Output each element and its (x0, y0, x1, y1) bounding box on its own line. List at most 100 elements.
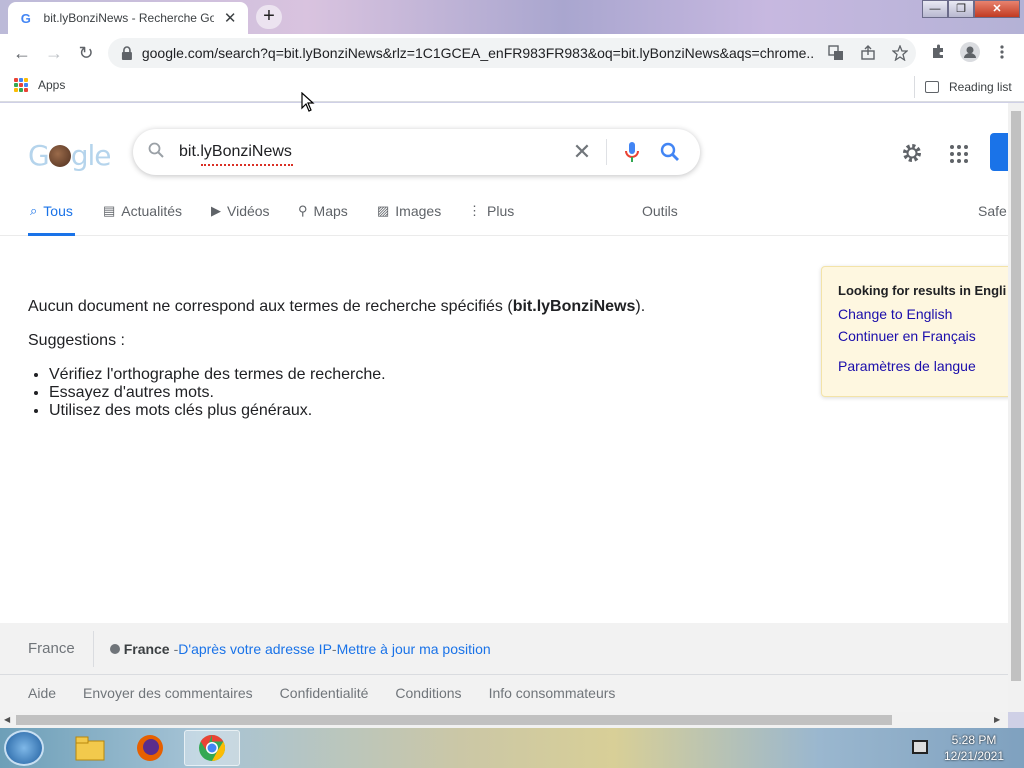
search-input[interactable]: bit.lyBonziNews (179, 143, 559, 166)
google-favicon-icon: G (20, 10, 31, 26)
footer-link-feedback[interactable]: Envoyer des commentaires (83, 685, 253, 701)
vertical-scroll-thumb[interactable] (1011, 111, 1021, 681)
footer-link-privacy[interactable]: Confidentialité (280, 685, 369, 701)
tab-label: Actualités (121, 203, 182, 219)
tab-tous[interactable]: ⌕ Tous (28, 203, 75, 236)
translate-icon[interactable] (820, 38, 852, 68)
footer-link-terms[interactable]: Conditions (395, 685, 461, 701)
taskbar-firefox[interactable] (122, 730, 178, 766)
scroll-right-arrow-icon[interactable]: ▶ (994, 715, 1000, 724)
no-results-term: bit.lyBonziNews (512, 298, 636, 315)
no-results-suffix: ). (635, 298, 646, 315)
back-button[interactable]: ← (6, 37, 38, 69)
scroll-left-arrow-icon[interactable]: ◀ (4, 715, 10, 724)
suggestions-heading: Suggestions : (28, 332, 125, 349)
reading-list-label: Reading list (949, 80, 1012, 94)
profile-avatar-icon[interactable] (954, 37, 986, 67)
reload-button[interactable]: ↻ (70, 37, 102, 69)
tab-maps[interactable]: ⚲ Maps (298, 203, 348, 236)
location-dot-icon (109, 643, 120, 654)
taskbar-chrome[interactable] (184, 730, 240, 766)
browser-toolbar: ← → ↻ google.com/search?q=bit.lyBonziNew… (0, 34, 1024, 72)
suggestion-item: Utilisez des mots clés plus généraux. (49, 402, 386, 420)
change-to-english-link[interactable]: Change to English (838, 306, 1008, 322)
language-suggestion-card: Looking for results in Engli Change to E… (821, 266, 1008, 397)
new-tab-button[interactable]: + (256, 5, 282, 29)
share-icon[interactable] (852, 38, 884, 68)
windows-taskbar: 5:28 PM 12/21/2021 (0, 728, 1024, 768)
suggestions-list: Vérifiez l'orthographe des termes de rec… (49, 366, 386, 420)
apps-grid-icon (14, 78, 28, 92)
tab-plus[interactable]: ⋮ Plus (468, 203, 514, 236)
forward-button[interactable]: → (38, 37, 70, 69)
network-tray-icon[interactable] (912, 740, 928, 754)
taskbar-explorer[interactable] (62, 730, 118, 766)
tab-close-icon[interactable]: ✕ (222, 9, 238, 27)
tab-safesearch[interactable]: Safe (978, 203, 1007, 236)
footer-links: Aide Envoyer des commentaires Confidenti… (28, 685, 642, 701)
search-small-icon: ⌕ (30, 203, 38, 218)
update-location-link[interactable]: Mettre à jour ma position (337, 641, 491, 657)
close-window-button[interactable]: ✕ (974, 0, 1020, 18)
search-submit-icon[interactable] (655, 137, 685, 167)
pinecone-icon (48, 145, 71, 167)
tab-label: Images (395, 203, 442, 219)
continue-french-link[interactable]: Continuer en Français (838, 328, 1008, 344)
system-clock[interactable]: 5:28 PM 12/21/2021 (936, 732, 1012, 764)
horizontal-scrollbar[interactable]: ◀ ▶ (0, 712, 1008, 728)
video-icon: ▶ (211, 203, 221, 218)
language-card-title: Looking for results in Engli (838, 283, 1007, 298)
clock-date: 12/21/2021 (943, 749, 1005, 763)
location-name: France (123, 640, 170, 657)
bookmarks-bar: Apps Reading list (0, 72, 1024, 102)
toolbar-right (922, 37, 1018, 67)
google-doodle-logo[interactable]: Ggle (28, 139, 118, 172)
search-box[interactable]: bit.lyBonziNews ✕ (133, 129, 700, 175)
page-footer: France France - D'après votre adresse IP… (0, 623, 1008, 712)
address-bar[interactable]: google.com/search?q=bit.lyBonziNews&rlz=… (108, 38, 916, 68)
tab-actualites[interactable]: ▤ Actualités (103, 203, 182, 236)
clear-search-button[interactable]: ✕ (567, 137, 597, 167)
settings-gear-icon[interactable] (898, 139, 926, 167)
footer-link-consumer-info[interactable]: Info consommateurs (489, 685, 616, 701)
extensions-icon[interactable] (922, 37, 954, 67)
minimize-button[interactable]: — (922, 0, 948, 18)
reading-list-icon (925, 81, 939, 93)
tab-images[interactable]: ▨ Images (377, 203, 441, 236)
mouse-cursor-icon (301, 92, 315, 112)
browser-tab[interactable]: G bit.lyBonziNews - Recherche Google ✕ (8, 2, 248, 34)
clock-time: 5:28 PM (951, 733, 997, 747)
tab-label: Plus (487, 203, 515, 219)
horizontal-scroll-thumb[interactable] (16, 715, 892, 725)
lock-icon (121, 46, 132, 60)
footer-link-aide[interactable]: Aide (28, 685, 56, 701)
location-source-link[interactable]: D'après votre adresse IP (178, 641, 332, 657)
voice-search-mic-icon[interactable] (617, 137, 647, 167)
tab-title: bit.lyBonziNews - Recherche Google (43, 11, 215, 25)
google-apps-icon[interactable] (946, 141, 972, 167)
tab-videos[interactable]: ▶ Vidéos (211, 203, 270, 236)
bookmark-apps[interactable]: Apps (14, 78, 65, 92)
no-results-message: Aucun document ne correspond aux termes … (28, 298, 645, 316)
vertical-scrollbar[interactable] (1008, 103, 1024, 712)
footer-country: France (0, 630, 94, 667)
language-settings-link[interactable]: Paramètres de langue (838, 358, 1008, 374)
tab-label: Tous (43, 203, 73, 219)
menu-kebab-icon[interactable] (986, 37, 1018, 67)
search-results-page: Ggle bit.lyBonziNews ✕ ⌕ Tous ▤ Actualit… (0, 103, 1008, 712)
bookmark-star-icon[interactable] (884, 38, 916, 68)
more-vertical-icon: ⋮ (468, 203, 481, 218)
news-icon: ▤ (103, 203, 116, 218)
apps-label: Apps (38, 78, 66, 92)
suggestion-item: Vérifiez l'orthographe des termes de rec… (49, 366, 386, 384)
url-text[interactable]: google.com/search?q=bit.lyBonziNews&rlz=… (142, 45, 814, 61)
start-button[interactable] (4, 730, 44, 766)
map-pin-icon: ⚲ (298, 203, 308, 218)
reading-list-button[interactable]: Reading list (914, 76, 1012, 98)
firefox-icon (137, 735, 163, 761)
tab-label: Safe (978, 203, 1007, 219)
sign-in-button[interactable] (990, 133, 1008, 171)
no-results-prefix: Aucun document ne correspond aux termes … (28, 298, 513, 315)
restore-button[interactable]: ❐ (948, 0, 974, 18)
tab-outils[interactable]: Outils (642, 203, 678, 236)
